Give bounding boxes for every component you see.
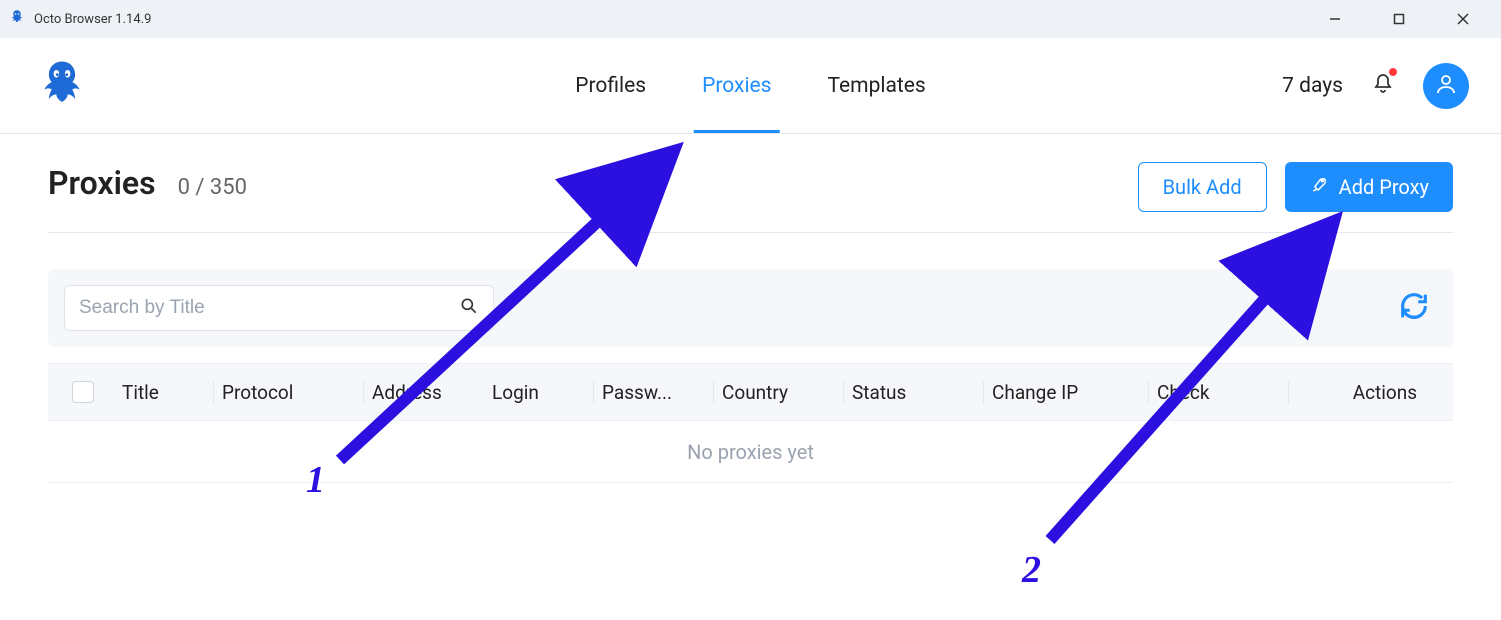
header-right: 7 days: [1282, 63, 1469, 109]
notifications-button[interactable]: [1371, 72, 1395, 100]
maximize-button[interactable]: [1381, 5, 1417, 33]
logo-icon: [32, 54, 92, 118]
minimize-button[interactable]: [1317, 5, 1353, 33]
tab-templates[interactable]: Templates: [828, 38, 926, 133]
col-title[interactable]: Title: [114, 381, 214, 404]
search-input[interactable]: [79, 297, 459, 319]
select-all-checkbox[interactable]: [72, 381, 94, 403]
col-country[interactable]: Country: [714, 381, 844, 404]
empty-state: No proxies yet: [48, 421, 1453, 483]
col-password[interactable]: Passw...: [594, 381, 714, 404]
refresh-button[interactable]: [1391, 283, 1437, 333]
page-title: Proxies: [48, 164, 156, 202]
app-header: Profiles Proxies Templates 7 days: [0, 38, 1501, 134]
col-address[interactable]: Address: [364, 381, 484, 404]
user-icon: [1434, 72, 1458, 100]
search-icon[interactable]: [459, 296, 479, 320]
rocket-icon: [1309, 175, 1329, 200]
page-title-wrap: Proxies 0 / 350: [48, 164, 247, 202]
table-header-row: Title Protocol Address Login Passw... Co…: [48, 363, 1453, 421]
user-avatar[interactable]: [1423, 63, 1469, 109]
page-header: Proxies 0 / 350 Bulk Add Add Proxy: [48, 162, 1453, 233]
col-login[interactable]: Login: [484, 381, 594, 404]
page-content: Proxies 0 / 350 Bulk Add Add Proxy: [0, 134, 1501, 483]
window-controls: [1317, 5, 1481, 33]
add-proxy-label: Add Proxy: [1339, 175, 1429, 199]
header-buttons: Bulk Add Add Proxy: [1138, 162, 1453, 212]
bell-icon: [1371, 81, 1395, 100]
tab-proxies[interactable]: Proxies: [702, 38, 771, 133]
proxy-count: 0 / 350: [178, 175, 247, 200]
close-button[interactable]: [1445, 5, 1481, 33]
annotation-label-2: 2: [1022, 548, 1041, 592]
proxies-table: Title Protocol Address Login Passw... Co…: [48, 363, 1453, 483]
select-all-cell: [64, 381, 114, 403]
col-check[interactable]: Check: [1149, 381, 1289, 404]
app-icon: [8, 8, 26, 30]
title-left: Octo Browser 1.14.9: [8, 8, 151, 30]
search-input-wrap: [64, 285, 494, 331]
notification-dot: [1389, 68, 1397, 76]
col-protocol[interactable]: Protocol: [214, 381, 364, 404]
add-proxy-button[interactable]: Add Proxy: [1285, 162, 1453, 212]
tab-profiles[interactable]: Profiles: [575, 38, 646, 133]
days-remaining[interactable]: 7 days: [1282, 74, 1343, 98]
bulk-add-button[interactable]: Bulk Add: [1138, 162, 1267, 212]
window-title: Octo Browser 1.14.9: [34, 12, 151, 27]
col-actions: Actions: [1289, 381, 1437, 404]
col-status[interactable]: Status: [844, 381, 984, 404]
col-change-ip[interactable]: Change IP: [984, 381, 1149, 404]
search-bar: [48, 269, 1453, 347]
window-title-bar: Octo Browser 1.14.9: [0, 0, 1501, 38]
nav-tabs: Profiles Proxies Templates: [575, 38, 926, 133]
refresh-icon: [1397, 308, 1431, 327]
